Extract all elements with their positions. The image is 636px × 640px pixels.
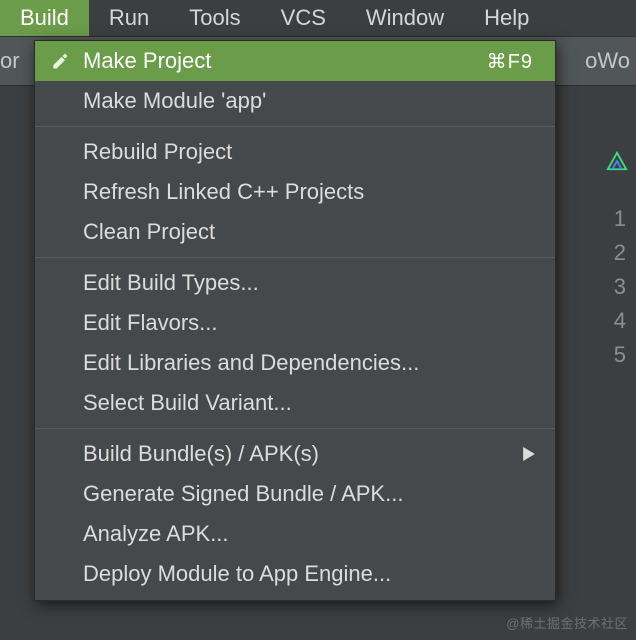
line-number: 2 [582, 236, 636, 270]
menu-item-icon-empty [47, 390, 73, 416]
watermark: @稀土掘金技术社区 [506, 613, 628, 632]
line-number: 5 [582, 338, 636, 372]
menu-window[interactable]: Window [346, 0, 464, 36]
menu-item-edit-flavors[interactable]: Edit Flavors... [35, 303, 555, 343]
menu-item-label: Rebuild Project [83, 139, 232, 165]
menu-help[interactable]: Help [464, 0, 549, 36]
menu-item-icon-empty [47, 310, 73, 336]
menu-item-label: Edit Flavors... [83, 310, 217, 336]
menu-separator [35, 428, 555, 429]
menu-item-icon-empty [47, 88, 73, 114]
menu-item-label: Build Bundle(s) / APK(s) [83, 441, 319, 467]
menu-item-icon-empty [47, 481, 73, 507]
menu-item-label: Make Module 'app' [83, 88, 266, 114]
menu-item-edit-libraries-and-dependencies[interactable]: Edit Libraries and Dependencies... [35, 343, 555, 383]
menu-item-icon-empty [47, 219, 73, 245]
menu-item-label: Generate Signed Bundle / APK... [83, 481, 403, 507]
menu-item-icon-empty [47, 441, 73, 467]
menubar: BuildRunToolsVCSWindowHelp [0, 0, 636, 36]
toolbar-fragment-left: or [0, 48, 20, 74]
menu-item-generate-signed-bundle-apk[interactable]: Generate Signed Bundle / APK... [35, 474, 555, 514]
menu-item-shortcut: ⌘F9 [487, 49, 533, 74]
menu-item-label: Refresh Linked C++ Projects [83, 179, 364, 205]
menu-build[interactable]: Build [0, 0, 89, 36]
line-number: 1 [582, 202, 636, 236]
menu-separator [35, 257, 555, 258]
build-triangle-icon [606, 150, 628, 172]
menu-separator [35, 126, 555, 127]
menu-item-label: Edit Libraries and Dependencies... [83, 350, 419, 376]
menu-item-icon-empty [47, 561, 73, 587]
build-menu-dropdown: Make Project ⌘F9 Make Module 'app' Rebuild … [34, 40, 556, 601]
menu-item-build-bundle-s-apk-s[interactable]: Build Bundle(s) / APK(s) [35, 434, 555, 474]
submenu-arrow-icon [523, 441, 535, 467]
menu-item-deploy-module-to-app-engine[interactable]: Deploy Module to App Engine... [35, 554, 555, 594]
menu-item-icon-empty [47, 521, 73, 547]
menu-vcs[interactable]: VCS [261, 0, 346, 36]
menu-item-label: Edit Build Types... [83, 270, 259, 296]
menu-item-label: Make Project [83, 48, 211, 74]
menu-item-icon-empty [47, 139, 73, 165]
line-number: 3 [582, 270, 636, 304]
menu-item-label: Deploy Module to App Engine... [83, 561, 391, 587]
menu-item-select-build-variant[interactable]: Select Build Variant... [35, 383, 555, 423]
menu-item-label: Clean Project [83, 219, 215, 245]
menu-item-label: Analyze APK... [83, 521, 229, 547]
editor-gutter: 12345 [582, 150, 636, 372]
menu-item-refresh-linked-c-projects[interactable]: Refresh Linked C++ Projects [35, 172, 555, 212]
toolbar-fragment-right: oWo [585, 48, 630, 74]
menu-item-label: Select Build Variant... [83, 390, 292, 416]
menu-item-icon-empty [47, 270, 73, 296]
hammer-icon [47, 48, 73, 74]
menu-tools[interactable]: Tools [169, 0, 260, 36]
menu-item-icon-empty [47, 350, 73, 376]
menu-item-make-project[interactable]: Make Project ⌘F9 [35, 41, 555, 81]
menu-item-make-module-app[interactable]: Make Module 'app' [35, 81, 555, 121]
menu-item-rebuild-project[interactable]: Rebuild Project [35, 132, 555, 172]
line-number: 4 [582, 304, 636, 338]
menu-item-analyze-apk[interactable]: Analyze APK... [35, 514, 555, 554]
menu-run[interactable]: Run [89, 0, 169, 36]
menu-item-edit-build-types[interactable]: Edit Build Types... [35, 263, 555, 303]
menu-item-icon-empty [47, 179, 73, 205]
menu-item-clean-project[interactable]: Clean Project [35, 212, 555, 252]
